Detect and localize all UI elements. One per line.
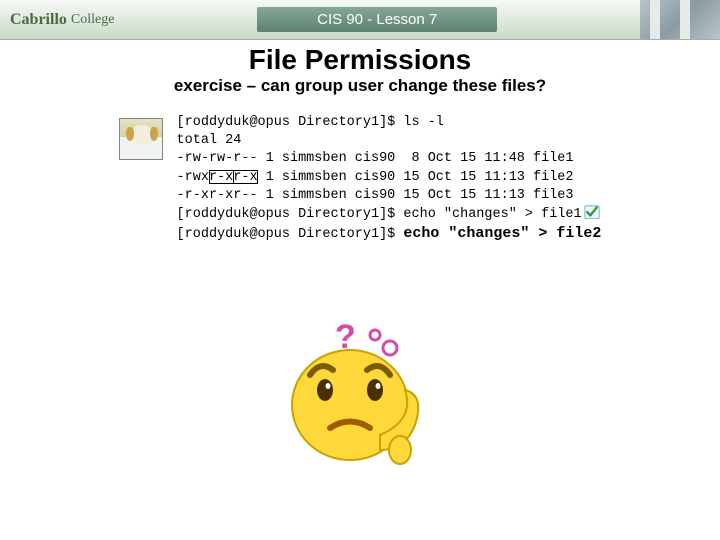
- command-bold: echo "changes" > file2: [403, 225, 601, 242]
- output-line: -r-xr-xr-- 1 simmsben cis90 15 Oct 15 11…: [177, 188, 574, 203]
- header-photo: [640, 0, 720, 39]
- terminal-output: [roddyduk@opus Directory1]$ ls -l total …: [177, 114, 602, 281]
- prompt: [roddyduk@opus Directory1]$: [177, 115, 404, 130]
- dog-avatar-icon: [119, 118, 163, 160]
- slide-subtitle: exercise – can group user change these f…: [0, 76, 720, 96]
- slide-title: File Permissions: [0, 44, 720, 76]
- prompt: [roddyduk@opus Directory1]$: [177, 207, 404, 222]
- terminal-block: [roddyduk@opus Directory1]$ ls -l total …: [119, 114, 602, 281]
- command: ls -l: [403, 115, 444, 130]
- college-logo: Cabrillo College: [0, 0, 114, 39]
- title-bar: CIS 90 - Lesson 7: [114, 0, 640, 39]
- header-banner: Cabrillo College CIS 90 - Lesson 7: [0, 0, 720, 40]
- logo-main-text: Cabrillo: [10, 11, 67, 29]
- output-line: -rw-rw-r-- 1 simmsben cis90 8 Oct 15 11:…: [177, 151, 574, 166]
- prompt: [roddyduk@opus Directory1]$: [177, 227, 404, 242]
- logo-sub-text: College: [71, 12, 115, 28]
- command: echo "changes" > file1: [403, 207, 581, 222]
- checkmark-icon: [584, 205, 600, 219]
- svg-text:?: ?: [335, 320, 356, 356]
- output-line: -rwxr-xr-x 1 simmsben cis90 15 Oct 15 11…: [177, 170, 574, 185]
- thinking-face-icon: ?: [275, 320, 425, 480]
- course-title: CIS 90 - Lesson 7: [257, 7, 497, 32]
- output-line: total 24: [177, 133, 242, 148]
